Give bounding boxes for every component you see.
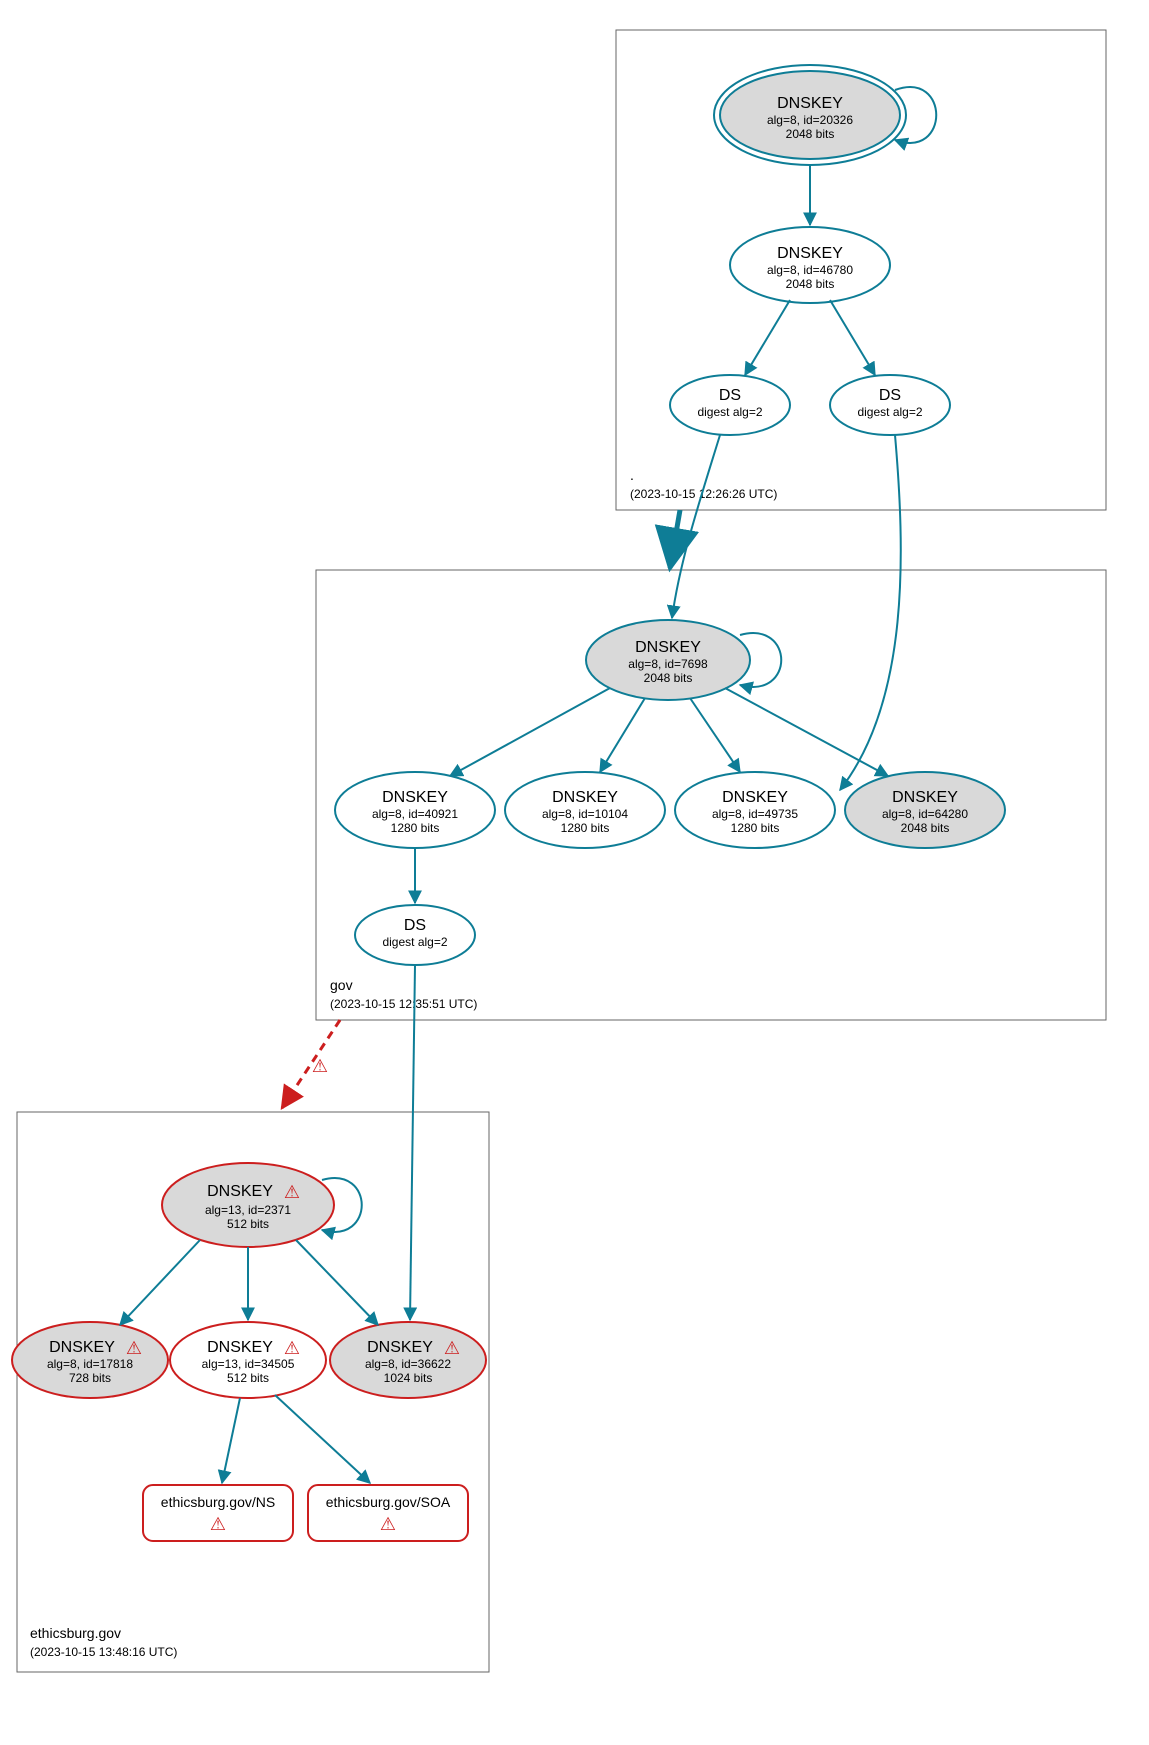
svg-text:1024 bits: 1024 bits xyxy=(384,1371,433,1385)
svg-text:1280 bits: 1280 bits xyxy=(391,821,440,835)
edge-46780-ds1 xyxy=(745,300,790,375)
warning-icon: ⚠ xyxy=(210,1514,226,1534)
svg-text:DNSKEY: DNSKEY xyxy=(382,789,448,806)
edge-46780-ds2 xyxy=(830,300,875,375)
node-dnskey-17818: DNSKEY ⚠ alg=8, id=17818 728 bits xyxy=(12,1322,168,1398)
zone-timestamp-gov: (2023-10-15 12:35:51 UTC) xyxy=(330,997,477,1011)
svg-text:alg=8, id=49735: alg=8, id=49735 xyxy=(712,807,798,821)
svg-text:alg=8, id=40921: alg=8, id=40921 xyxy=(372,807,458,821)
edge-zone-root-to-gov xyxy=(670,510,680,568)
svg-text:DNSKEY: DNSKEY xyxy=(207,1339,273,1356)
zone-name-root: . xyxy=(630,467,634,483)
svg-text:DNSKEY: DNSKEY xyxy=(367,1339,433,1356)
node-dnskey-10104: DNSKEY alg=8, id=10104 1280 bits xyxy=(505,772,665,848)
node-dnskey-2371: DNSKEY ⚠ alg=13, id=2371 512 bits xyxy=(162,1163,334,1247)
svg-text:alg=8, id=64280: alg=8, id=64280 xyxy=(882,807,968,821)
svg-text:DS: DS xyxy=(404,917,426,934)
svg-text:2048 bits: 2048 bits xyxy=(644,671,693,685)
warning-icon: ⚠ xyxy=(444,1338,460,1358)
edge-7698-40921 xyxy=(450,688,610,776)
warning-icon: ⚠ xyxy=(284,1338,300,1358)
svg-text:alg=13, id=34505: alg=13, id=34505 xyxy=(202,1357,295,1371)
svg-text:alg=8, id=46780: alg=8, id=46780 xyxy=(767,263,853,277)
edge-ds3-36622 xyxy=(410,965,415,1320)
svg-text:DS: DS xyxy=(719,387,741,404)
svg-text:alg=8, id=7698: alg=8, id=7698 xyxy=(628,657,708,671)
warning-icon: ⚠ xyxy=(312,1056,328,1076)
svg-text:DNSKEY: DNSKEY xyxy=(49,1339,115,1356)
svg-text:DS: DS xyxy=(879,387,901,404)
svg-text:2048 bits: 2048 bits xyxy=(786,277,835,291)
svg-text:1280 bits: 1280 bits xyxy=(561,821,610,835)
svg-text:DNSKEY: DNSKEY xyxy=(777,245,843,262)
svg-text:digest alg=2: digest alg=2 xyxy=(857,405,922,419)
edge-7698-49735 xyxy=(690,698,740,772)
svg-text:ethicsburg.gov/SOA: ethicsburg.gov/SOA xyxy=(326,1494,451,1510)
node-dnskey-40921: DNSKEY alg=8, id=40921 1280 bits xyxy=(335,772,495,848)
svg-text:DNSKEY: DNSKEY xyxy=(777,95,843,112)
edge-7698-64280 xyxy=(725,688,888,776)
svg-text:alg=8, id=10104: alg=8, id=10104 xyxy=(542,807,628,821)
edge-2371-36622 xyxy=(296,1240,378,1325)
edge-34505-soa xyxy=(275,1395,370,1483)
node-ds-1: DS digest alg=2 xyxy=(670,375,790,435)
svg-text:ethicsburg.gov/NS: ethicsburg.gov/NS xyxy=(161,1494,275,1510)
svg-text:512 bits: 512 bits xyxy=(227,1371,269,1385)
node-dnskey-46780: DNSKEY alg=8, id=46780 2048 bits xyxy=(730,227,890,303)
svg-text:alg=8, id=17818: alg=8, id=17818 xyxy=(47,1357,133,1371)
svg-text:DNSKEY: DNSKEY xyxy=(722,789,788,806)
zone-name-ethicsburg: ethicsburg.gov xyxy=(30,1625,121,1641)
node-ds-3: DS digest alg=2 xyxy=(355,905,475,965)
edge-selfloop-20326 xyxy=(895,87,936,143)
node-dnskey-64280: DNSKEY alg=8, id=64280 2048 bits xyxy=(845,772,1005,848)
warning-icon: ⚠ xyxy=(284,1182,300,1202)
svg-text:2048 bits: 2048 bits xyxy=(786,127,835,141)
svg-text:1280 bits: 1280 bits xyxy=(731,821,780,835)
zone-timestamp-ethicsburg: (2023-10-15 13:48:16 UTC) xyxy=(30,1645,177,1659)
node-ns-record: ethicsburg.gov/NS ⚠ xyxy=(143,1485,293,1541)
edge-7698-10104 xyxy=(600,698,645,772)
svg-text:alg=13, id=2371: alg=13, id=2371 xyxy=(205,1203,291,1217)
svg-text:2048 bits: 2048 bits xyxy=(901,821,950,835)
edge-34505-ns xyxy=(222,1398,240,1483)
svg-text:alg=8, id=20326: alg=8, id=20326 xyxy=(767,113,853,127)
node-dnskey-36622: DNSKEY ⚠ alg=8, id=36622 1024 bits xyxy=(330,1322,486,1398)
warning-icon: ⚠ xyxy=(126,1338,142,1358)
svg-text:728 bits: 728 bits xyxy=(69,1371,111,1385)
edge-2371-17818 xyxy=(120,1240,200,1325)
svg-text:DNSKEY: DNSKEY xyxy=(635,639,701,656)
svg-text:DNSKEY: DNSKEY xyxy=(892,789,958,806)
svg-text:digest alg=2: digest alg=2 xyxy=(697,405,762,419)
svg-text:DNSKEY: DNSKEY xyxy=(552,789,618,806)
node-soa-record: ethicsburg.gov/SOA ⚠ xyxy=(308,1485,468,1541)
svg-text:512 bits: 512 bits xyxy=(227,1217,269,1231)
svg-text:alg=8, id=36622: alg=8, id=36622 xyxy=(365,1357,451,1371)
warning-icon: ⚠ xyxy=(380,1514,396,1534)
node-dnskey-20326: DNSKEY alg=8, id=20326 2048 bits xyxy=(714,65,906,165)
svg-text:DNSKEY: DNSKEY xyxy=(207,1183,273,1200)
svg-text:digest alg=2: digest alg=2 xyxy=(382,935,447,949)
edge-ds2-64280 xyxy=(840,435,901,790)
node-dnskey-34505: DNSKEY ⚠ alg=13, id=34505 512 bits xyxy=(170,1322,326,1398)
node-dnskey-49735: DNSKEY alg=8, id=49735 1280 bits xyxy=(675,772,835,848)
dnssec-graph: . (2023-10-15 12:26:26 UTC) DNSKEY alg=8… xyxy=(0,0,1149,1745)
node-ds-2: DS digest alg=2 xyxy=(830,375,950,435)
zone-name-gov: gov xyxy=(330,977,353,993)
